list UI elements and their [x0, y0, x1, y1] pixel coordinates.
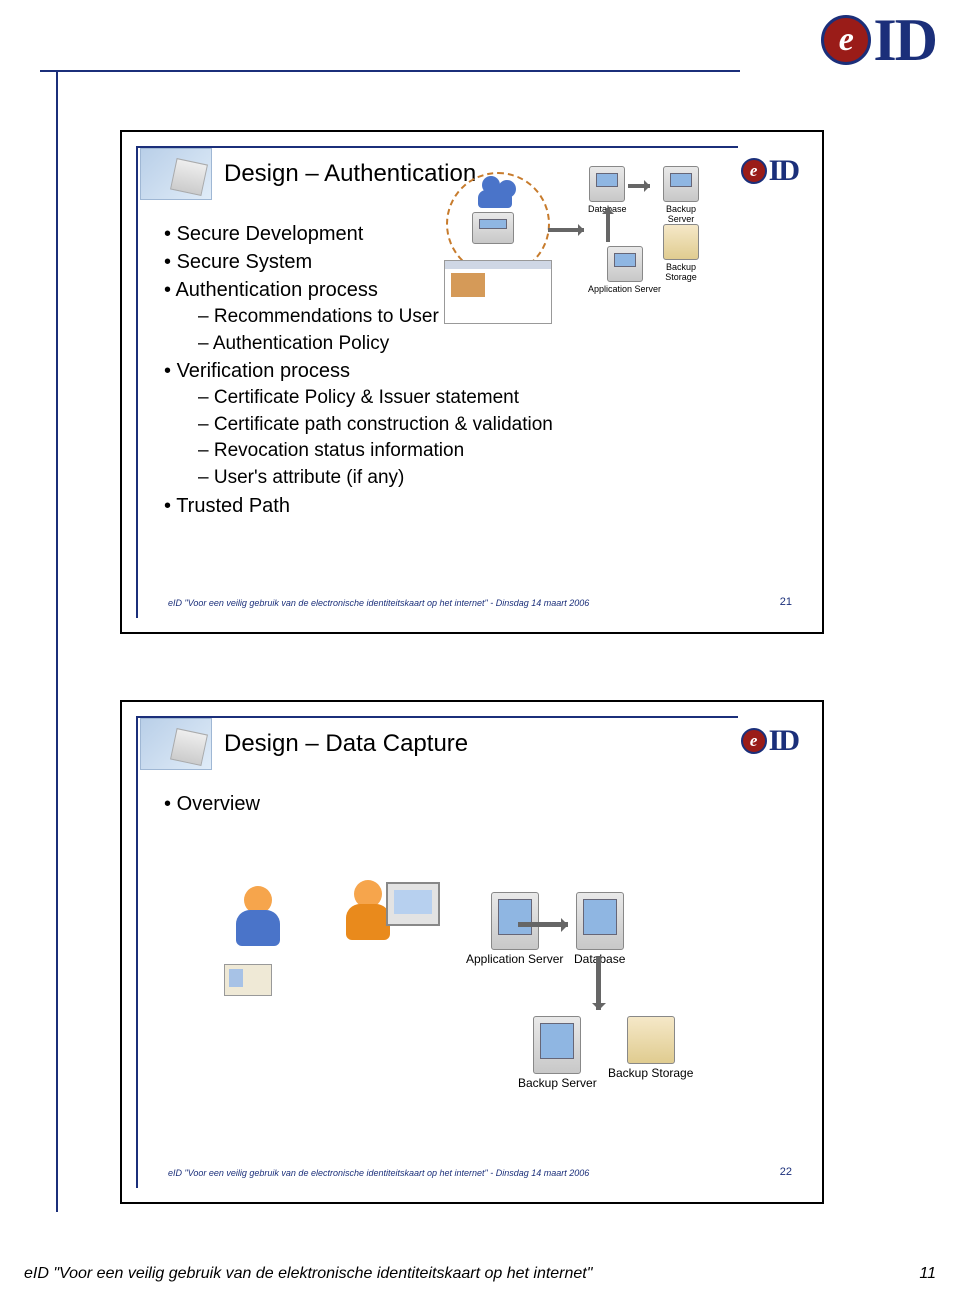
slide-22: e ID Design – Data Capture Overview Appl…	[120, 700, 824, 1204]
logo-id-text: ID	[769, 156, 798, 186]
slide-content: Overview	[164, 790, 260, 818]
database-server-icon: Database	[574, 892, 625, 966]
id-card-icon	[224, 964, 272, 996]
slide-footer: eID "Voor een veilig gebruik van de elec…	[168, 1168, 589, 1178]
bullet: Verification process	[164, 357, 553, 385]
sub-bullet: Revocation status information	[198, 438, 553, 465]
logo-e-icon: e	[741, 728, 767, 754]
browser-window-icon	[444, 260, 552, 324]
arrow-icon	[548, 228, 584, 232]
sub-bullet: Certificate Policy & Issuer statement	[198, 385, 553, 412]
slide-frame: e ID Design – Data Capture Overview Appl…	[136, 716, 808, 1188]
page-number: 11	[919, 1265, 936, 1283]
bullet: Overview	[164, 790, 260, 818]
slide-footer: eID "Voor een veilig gebruik van de elec…	[168, 598, 589, 608]
label: Application Server	[466, 952, 563, 966]
label: Backup Server	[518, 1076, 597, 1090]
arrow-icon	[628, 184, 650, 188]
slide-number: 21	[780, 596, 792, 608]
label: Backup Storage	[608, 1066, 693, 1080]
eid-logo: e ID	[741, 726, 798, 756]
terminal-icon	[386, 882, 440, 926]
application-server-icon: Application Server	[588, 246, 661, 294]
logo-e-icon: e	[741, 158, 767, 184]
top-rule	[40, 70, 740, 72]
label: Application Server	[588, 284, 661, 294]
logo-id-text: ID	[769, 726, 798, 756]
corner-art-icon	[140, 718, 212, 770]
users-icon	[478, 176, 522, 212]
arrow-icon	[518, 922, 568, 927]
eid-logo: e ID	[741, 156, 798, 186]
logo-e-icon: e	[821, 15, 871, 65]
backup-storage-icon: Backup Storage	[654, 224, 708, 282]
backup-server-icon: Backup Server	[654, 166, 708, 224]
sub-bullet: User's attribute (if any)	[198, 465, 553, 492]
application-server-icon: Application Server	[466, 892, 563, 966]
label: Backup Server	[666, 204, 696, 224]
arrow-icon	[606, 208, 610, 242]
data-capture-diagram: Application Server Database Backup Serve…	[228, 856, 708, 1136]
slide-title: Design – Data Capture	[224, 730, 468, 758]
page-footer: eID "Voor een veilig gebruik van de elek…	[24, 1265, 936, 1283]
logo-id-text: ID	[873, 10, 936, 70]
architecture-diagram: Database Application Server Backup Serve…	[438, 166, 708, 346]
sub-bullet: Certificate path construction & validati…	[198, 412, 553, 439]
arrow-icon	[596, 956, 601, 1010]
user-icon	[228, 886, 288, 956]
backup-server-icon: Backup Server	[518, 1016, 597, 1090]
corner-art-icon	[140, 148, 212, 200]
backup-storage-icon: Backup Storage	[608, 1016, 693, 1080]
side-rule	[56, 72, 58, 1212]
slide-number: 22	[780, 1166, 792, 1178]
page-footer-text: eID "Voor een veilig gebruik van de elek…	[24, 1265, 592, 1283]
label: Backup Storage	[665, 262, 697, 282]
slide-21: e ID Design – Authentication Secure Deve…	[120, 130, 824, 634]
client-pc-icon	[472, 212, 514, 246]
slide-frame: e ID Design – Authentication Secure Deve…	[136, 146, 808, 618]
bullet: Trusted Path	[164, 492, 553, 520]
eid-logo: e ID	[821, 10, 936, 70]
